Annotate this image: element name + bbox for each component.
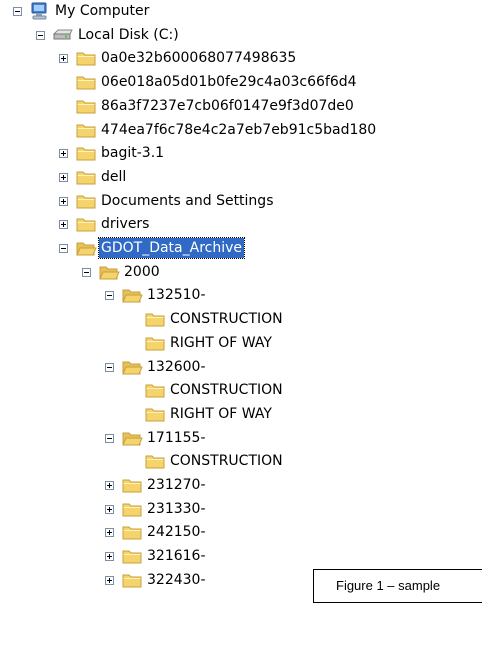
collapse-icon[interactable]: [105, 433, 114, 443]
tree-item-label: bagit-3.1: [101, 145, 165, 162]
drive-icon: [52, 25, 74, 45]
computer-icon: [29, 1, 51, 21]
expand-icon[interactable]: [105, 552, 114, 562]
open-folder-icon: [121, 285, 143, 305]
tree-item-label: My Computer: [55, 3, 150, 19]
expand-icon[interactable]: [105, 528, 114, 538]
expand-icon[interactable]: [59, 149, 68, 159]
open-folder-icon: [98, 262, 120, 282]
tree-item-label: 2000: [124, 263, 160, 280]
tree-item-label: RIGHT OF WAY: [170, 334, 272, 351]
folder-icon: [121, 570, 143, 590]
expand-icon[interactable]: [59, 54, 68, 64]
expand-icon[interactable]: [59, 220, 68, 230]
tree-item-label: CONSTRUCTION: [170, 453, 283, 470]
folder-tree: My Computer Local Disk (C:) 0a0e32b6000680…: [0, 0, 482, 666]
tree-item-label: Local Disk (C:): [78, 26, 179, 43]
tree-item-label: 242150-: [147, 524, 206, 541]
expand-icon[interactable]: [105, 575, 114, 585]
folder-icon: [121, 499, 143, 519]
figure-caption-box: Figure 1 – sample: [313, 569, 482, 603]
tree-item-label: 171155-: [147, 429, 206, 446]
tree-item-label: 322430-: [147, 571, 206, 588]
folder-icon: [144, 451, 166, 471]
collapse-icon[interactable]: [105, 362, 114, 372]
folder-icon: [75, 72, 97, 92]
folder-icon: [75, 120, 97, 140]
folder-icon: [121, 546, 143, 566]
collapse-icon[interactable]: [82, 267, 91, 277]
folder-icon: [75, 96, 97, 116]
tree-item-label: 0a0e32b600068077498635: [101, 50, 297, 67]
tree-item-label: 474ea7f6c78e4c2a7eb7eb91c5bad180: [101, 121, 377, 138]
tree-item-label: 06e018a05d01b0fe29c4a03c66f6d4: [101, 74, 357, 91]
open-folder-icon: [121, 357, 143, 377]
tree-item-label: dell: [101, 168, 127, 185]
folder-icon: [144, 309, 166, 329]
collapse-icon[interactable]: [13, 7, 22, 16]
collapse-icon[interactable]: [105, 291, 114, 301]
expand-icon[interactable]: [105, 481, 114, 490]
collapse-icon[interactable]: [59, 244, 68, 253]
figure-caption: Figure 1 – sample: [336, 578, 441, 593]
expand-icon[interactable]: [105, 504, 114, 514]
tree-item-label: GDOT_Data_Archive: [97, 237, 246, 259]
open-folder-icon: [121, 428, 143, 448]
expand-icon[interactable]: [59, 172, 68, 182]
collapse-icon[interactable]: [36, 30, 45, 40]
tree-item-label: RIGHT OF WAY: [170, 405, 272, 422]
tree-item-label: Documents and Settings: [101, 192, 274, 209]
folder-icon: [144, 333, 166, 353]
tree-item-label: 86a3f7237e7cb06f0147e9f3d07de0: [101, 97, 354, 114]
tree-item-label: 321616-: [147, 548, 206, 565]
folder-icon: [75, 167, 97, 187]
tree-item-label: CONSTRUCTION: [170, 382, 283, 399]
folder-icon: [75, 48, 97, 68]
tree-item-label: 132510-: [147, 287, 206, 304]
tree-item-label: 231270-: [147, 477, 206, 493]
expand-icon[interactable]: [59, 196, 68, 206]
folder-icon: [144, 404, 166, 424]
tree-item-label: drivers: [101, 216, 150, 233]
tree-item-label: CONSTRUCTION: [170, 311, 283, 328]
open-folder-icon: [75, 238, 97, 258]
tree-item-label: 231330-: [147, 500, 206, 517]
folder-icon: [75, 191, 97, 211]
tree-item-label: 132600-: [147, 358, 206, 375]
folder-icon: [121, 522, 143, 542]
folder-icon: [75, 143, 97, 163]
folder-icon: [144, 380, 166, 400]
folder-icon: [75, 214, 97, 234]
folder-icon: [121, 475, 143, 495]
